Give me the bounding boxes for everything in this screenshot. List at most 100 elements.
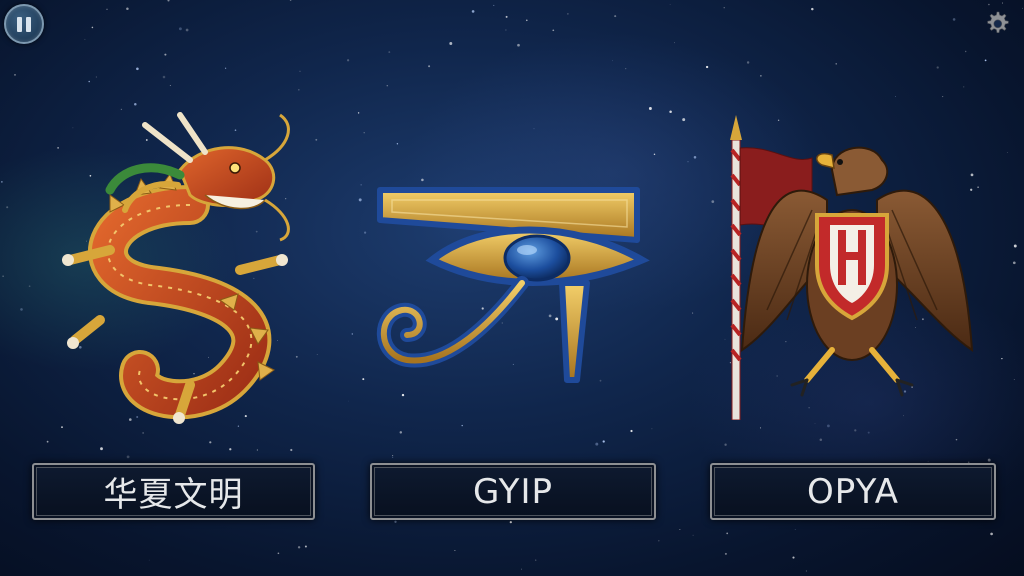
star <box>792 556 795 559</box>
star <box>362 378 365 381</box>
star <box>814 423 816 425</box>
civilization-button-egypt[interactable]: GYIP <box>370 463 656 520</box>
star <box>209 441 212 444</box>
star <box>299 70 301 72</box>
star <box>567 13 569 15</box>
star <box>178 27 182 31</box>
star <box>625 68 627 70</box>
star <box>990 532 993 536</box>
star <box>290 448 293 452</box>
star <box>1002 2 1003 4</box>
star <box>14 74 16 76</box>
star <box>471 10 475 13</box>
civilization-button-rome[interactable]: OPYA <box>710 463 996 520</box>
civilization-label: GYIP <box>473 471 553 512</box>
star <box>952 18 956 21</box>
star <box>126 455 130 459</box>
star <box>705 65 709 69</box>
civilization-button-china[interactable]: 华夏文明 <box>32 463 315 520</box>
star <box>724 443 727 446</box>
star <box>364 231 367 234</box>
star <box>360 184 362 186</box>
eye-of-horus-emblem[interactable] <box>372 165 652 385</box>
star <box>835 63 837 65</box>
gear-icon <box>987 11 1009 33</box>
star <box>304 545 307 548</box>
star <box>964 50 967 53</box>
star <box>726 532 729 535</box>
star <box>669 4 671 5</box>
star <box>679 528 681 530</box>
star <box>428 65 431 68</box>
eagle-emblem[interactable] <box>712 110 992 420</box>
pause-icon-bar <box>26 16 31 32</box>
star <box>224 67 227 69</box>
star <box>988 3 990 6</box>
star <box>1006 152 1008 153</box>
star <box>827 424 830 428</box>
star <box>936 66 939 69</box>
star <box>136 67 139 71</box>
dragon-emblem[interactable] <box>40 100 315 430</box>
star <box>794 529 796 530</box>
star <box>630 429 633 433</box>
star <box>955 438 958 441</box>
star <box>100 447 103 451</box>
star <box>658 540 660 542</box>
star <box>363 132 365 134</box>
star <box>6 206 9 209</box>
star <box>298 89 300 91</box>
star <box>88 80 90 83</box>
star <box>1001 358 1003 360</box>
star <box>692 312 694 314</box>
star <box>84 38 86 40</box>
civilization-label: 华夏文明 <box>103 475 244 515</box>
star <box>687 161 689 163</box>
star <box>942 96 944 98</box>
settings-button[interactable] <box>982 8 1012 38</box>
star <box>1012 261 1016 265</box>
star <box>963 86 965 88</box>
star <box>669 110 672 114</box>
star <box>1 181 3 183</box>
star <box>987 458 991 462</box>
star <box>552 29 555 32</box>
star <box>277 552 280 555</box>
star <box>95 76 97 78</box>
star <box>867 431 870 434</box>
star <box>229 448 232 451</box>
star <box>106 8 108 10</box>
star <box>614 15 617 18</box>
star <box>348 400 349 402</box>
star <box>164 53 167 56</box>
star <box>984 59 987 62</box>
star <box>692 534 694 536</box>
pause-icon <box>17 16 22 32</box>
star <box>612 60 613 62</box>
star <box>526 19 528 22</box>
star <box>746 61 750 64</box>
star <box>386 84 389 87</box>
star <box>399 431 403 434</box>
star <box>351 333 354 335</box>
star <box>346 59 350 62</box>
star <box>357 112 360 114</box>
star <box>651 428 653 430</box>
star <box>1022 7 1023 9</box>
star <box>693 156 697 159</box>
star <box>674 42 676 44</box>
star <box>2 275 4 277</box>
star <box>723 7 725 9</box>
star <box>358 198 362 202</box>
star <box>388 51 391 54</box>
star <box>185 28 189 32</box>
star <box>533 128 535 130</box>
star <box>401 393 405 397</box>
pause-button[interactable] <box>4 4 44 44</box>
star <box>517 43 520 47</box>
star <box>653 153 656 156</box>
star <box>1013 244 1017 248</box>
star <box>359 201 361 203</box>
star <box>505 15 508 18</box>
star <box>505 29 507 31</box>
